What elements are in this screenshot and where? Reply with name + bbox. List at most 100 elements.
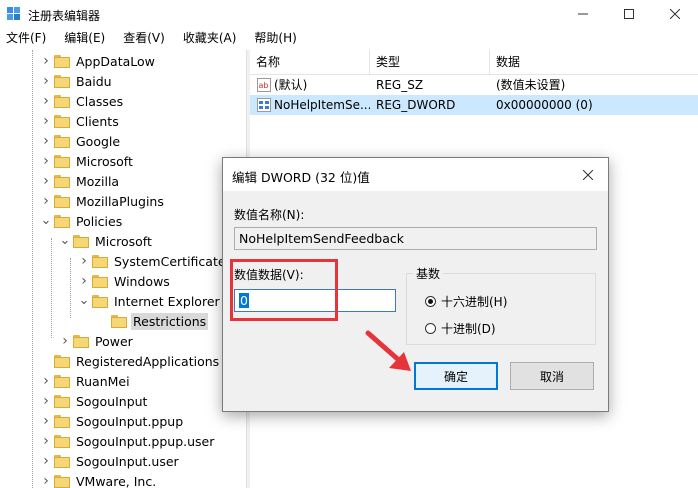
value-name-field: NoHelpItemSendFeedback: [234, 227, 597, 250]
chevron-right-icon[interactable]: ›: [40, 51, 52, 71]
folder-icon: [54, 134, 70, 148]
chevron-right-icon[interactable]: ›: [40, 91, 52, 111]
chevron-right-icon[interactable]: ›: [40, 371, 52, 391]
folder-icon: [54, 354, 70, 368]
tree-item[interactable]: › VMware, Inc.: [40, 471, 158, 488]
tree-item-label: AppDataLow: [76, 53, 155, 69]
tree-item[interactable]: › SogouInput.ppup: [40, 411, 185, 431]
tree-item[interactable]: ⌄ Internet Explorer: [78, 291, 222, 311]
value-name-label: 数值名称(N):: [234, 208, 305, 222]
tree-item-label: Power: [95, 333, 133, 349]
menu-favorites[interactable]: 收藏夹(A): [177, 28, 243, 49]
chevron-right-icon[interactable]: ›: [40, 171, 52, 191]
tree-item[interactable]: › RuanMei: [40, 371, 132, 391]
tree-item-label: SogouInput: [76, 393, 148, 409]
tree-item-label: SystemCertificates: [114, 253, 233, 269]
tree-item[interactable]: › SogouInput.ppup.user: [40, 431, 216, 451]
tree-item[interactable]: Restrictions: [97, 311, 209, 331]
tree-item[interactable]: › Windows: [78, 271, 172, 291]
tree-item[interactable]: ⌄ Microsoft: [59, 231, 154, 251]
tree-guide-line: [32, 50, 33, 488]
chevron-right-icon[interactable]: ›: [40, 411, 52, 431]
list-row-nohelpitem[interactable]: NoHelpItemSe... REG_DWORD 0x00000000 (0): [250, 95, 698, 115]
value-data-input[interactable]: 0: [234, 289, 396, 312]
tree-item[interactable]: › MozillaPlugins: [40, 191, 166, 211]
folder-icon: [54, 454, 70, 468]
chevron-right-icon[interactable]: ›: [40, 131, 52, 151]
folder-icon: [111, 314, 127, 328]
chevron-down-icon[interactable]: ⌄: [59, 231, 71, 251]
tree-item[interactable]: › Clients: [40, 111, 121, 131]
chevron-right-icon[interactable]: ›: [40, 111, 52, 131]
tree-item-label: Restrictions: [131, 312, 209, 330]
menu-view[interactable]: 查看(V): [117, 28, 171, 49]
maximize-button[interactable]: [606, 0, 652, 28]
tree-guide-line: [51, 238, 52, 338]
chevron-right-icon[interactable]: ›: [40, 431, 52, 451]
list-row-default[interactable]: ab (默认) REG_SZ (数值未设置): [250, 75, 698, 95]
chevron-right-icon[interactable]: ›: [78, 271, 90, 291]
tree-item[interactable]: RegisteredApplications: [40, 351, 221, 371]
tree-item-label: Google: [76, 133, 121, 149]
chevron-right-icon[interactable]: ›: [59, 331, 71, 351]
folder-icon: [92, 294, 108, 308]
chevron-down-icon[interactable]: ⌄: [78, 291, 90, 311]
chevron-right-icon[interactable]: ›: [40, 191, 52, 211]
value-data: 0x00000000 (0): [496, 98, 593, 112]
radio-dec-indicator[interactable]: [425, 323, 436, 334]
tree-item[interactable]: › SogouInput.user: [40, 451, 181, 471]
folder-icon: [54, 394, 70, 408]
radio-hex[interactable]: 十六进制(H): [425, 293, 507, 310]
folder-icon: [92, 274, 108, 288]
chevron-right-icon[interactable]: ›: [78, 251, 90, 271]
value-type: REG_DWORD: [376, 98, 456, 112]
folder-icon: [73, 234, 89, 248]
chevron-down-icon[interactable]: ⌄: [40, 211, 52, 231]
tree-item[interactable]: › SystemCertificates: [78, 251, 234, 271]
ok-button[interactable]: 确定: [414, 362, 498, 390]
menu-help[interactable]: 帮助(H): [248, 28, 302, 49]
minimize-button[interactable]: [560, 0, 606, 28]
chevron-right-icon[interactable]: ›: [40, 451, 52, 471]
column-header-type[interactable]: 类型: [370, 50, 490, 74]
column-header-data[interactable]: 数据: [490, 50, 698, 74]
radio-hex-indicator[interactable]: [425, 296, 436, 307]
registry-tree[interactable]: › AppDataLow › Baidu › Classes › Clients › Google…: [0, 50, 246, 488]
tree-item-label: RuanMei: [76, 373, 130, 389]
chevron-right-icon[interactable]: ›: [40, 151, 52, 171]
tree-item[interactable]: › Mozilla: [40, 171, 121, 191]
tree-item-label: SogouInput.ppup: [76, 413, 184, 429]
folder-icon: [73, 334, 89, 348]
tree-item[interactable]: › Google: [40, 131, 122, 151]
column-header-name[interactable]: 名称: [250, 50, 370, 74]
radio-dec[interactable]: 十进制(D): [425, 320, 496, 337]
tree-item[interactable]: › AppDataLow: [40, 51, 157, 71]
cancel-button[interactable]: 取消: [510, 362, 594, 390]
window-title: 注册表编辑器: [28, 9, 101, 23]
base-label: 基数: [413, 265, 444, 282]
dialog-close-button[interactable]: [568, 158, 608, 191]
tree-item[interactable]: › Microsoft: [40, 151, 135, 171]
tree-item[interactable]: › Baidu: [40, 71, 114, 91]
close-button[interactable]: [652, 0, 698, 28]
menu-edit[interactable]: 编辑(E): [58, 28, 111, 49]
folder-icon: [54, 434, 70, 448]
chevron-right-icon[interactable]: ›: [40, 71, 52, 91]
binary-value-icon: [257, 98, 271, 112]
tree-item[interactable]: › Classes: [40, 91, 125, 111]
menu-file[interactable]: 文件(F): [0, 28, 52, 49]
radio-hex-label: 十六进制(H): [441, 295, 508, 309]
maximize-icon: [624, 9, 634, 19]
tree-item-label: Microsoft: [95, 233, 152, 249]
chevron-right-icon[interactable]: ›: [40, 471, 52, 488]
tree-item[interactable]: ⌄ Policies: [40, 211, 124, 231]
tree-item[interactable]: › Power: [59, 331, 135, 351]
dialog-title-bar: 编辑 DWORD (32 位)值: [223, 158, 608, 191]
tree-gutter: [0, 50, 8, 488]
folder-icon: [54, 74, 70, 88]
title-bar: 注册表编辑器: [0, 0, 698, 28]
close-icon: [670, 9, 680, 19]
tree-item[interactable]: › SogouInput: [40, 391, 149, 411]
chevron-right-icon[interactable]: ›: [40, 391, 52, 411]
